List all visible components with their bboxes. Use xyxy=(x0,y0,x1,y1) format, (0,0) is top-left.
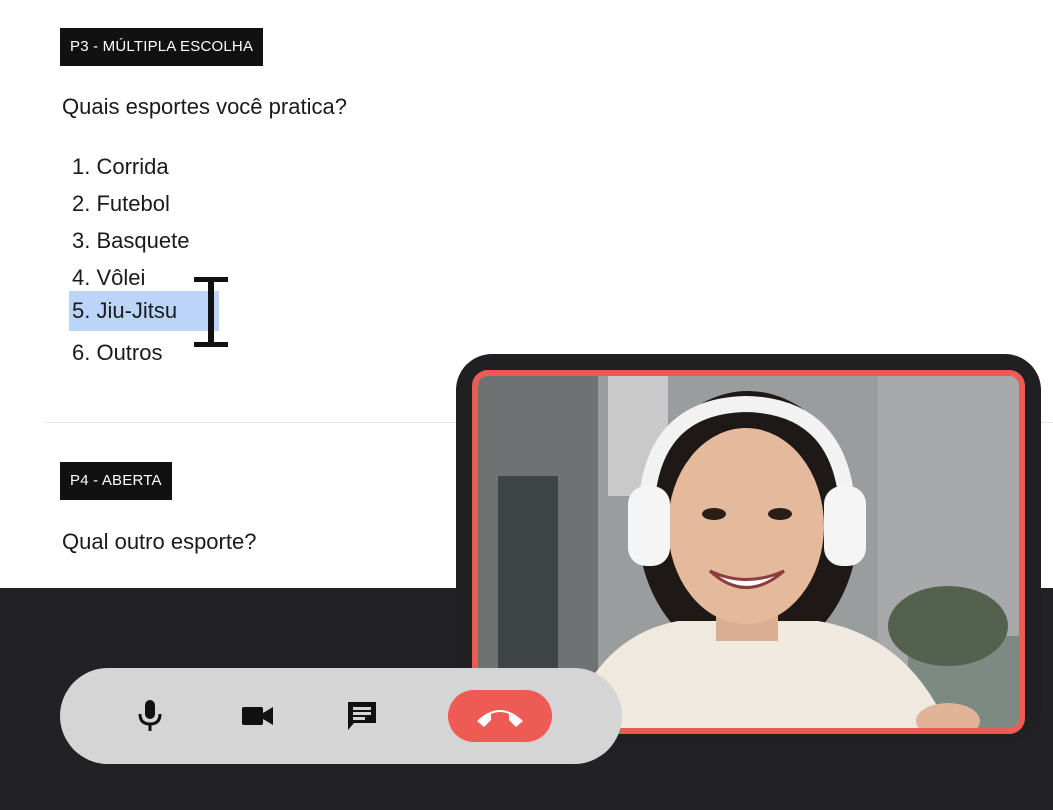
chat-icon xyxy=(348,702,376,730)
question-3-tag: P3 - MÚLTIPLA ESCOLHA xyxy=(60,28,264,66)
mic-icon xyxy=(138,700,162,731)
option-futebol[interactable]: 2. Futebol xyxy=(72,185,222,222)
call-controls xyxy=(60,668,622,764)
phone-hangup-icon xyxy=(477,710,523,727)
question-4-text: Qual outro esporte? xyxy=(62,529,257,554)
option-corrida[interactable]: 1. Corrida xyxy=(72,148,222,185)
text-cursor-icon xyxy=(194,277,228,347)
camera-button[interactable] xyxy=(236,668,280,764)
option-basquete[interactable]: 3. Basquete xyxy=(72,222,222,259)
mic-button[interactable] xyxy=(130,668,170,764)
hangup-button[interactable] xyxy=(448,690,552,742)
question-3-text: Quais esportes você pratica? xyxy=(62,94,347,119)
question-4-tag: P4 - ABERTA xyxy=(60,462,172,500)
videocam-icon xyxy=(242,707,273,725)
chat-button[interactable] xyxy=(340,668,384,764)
